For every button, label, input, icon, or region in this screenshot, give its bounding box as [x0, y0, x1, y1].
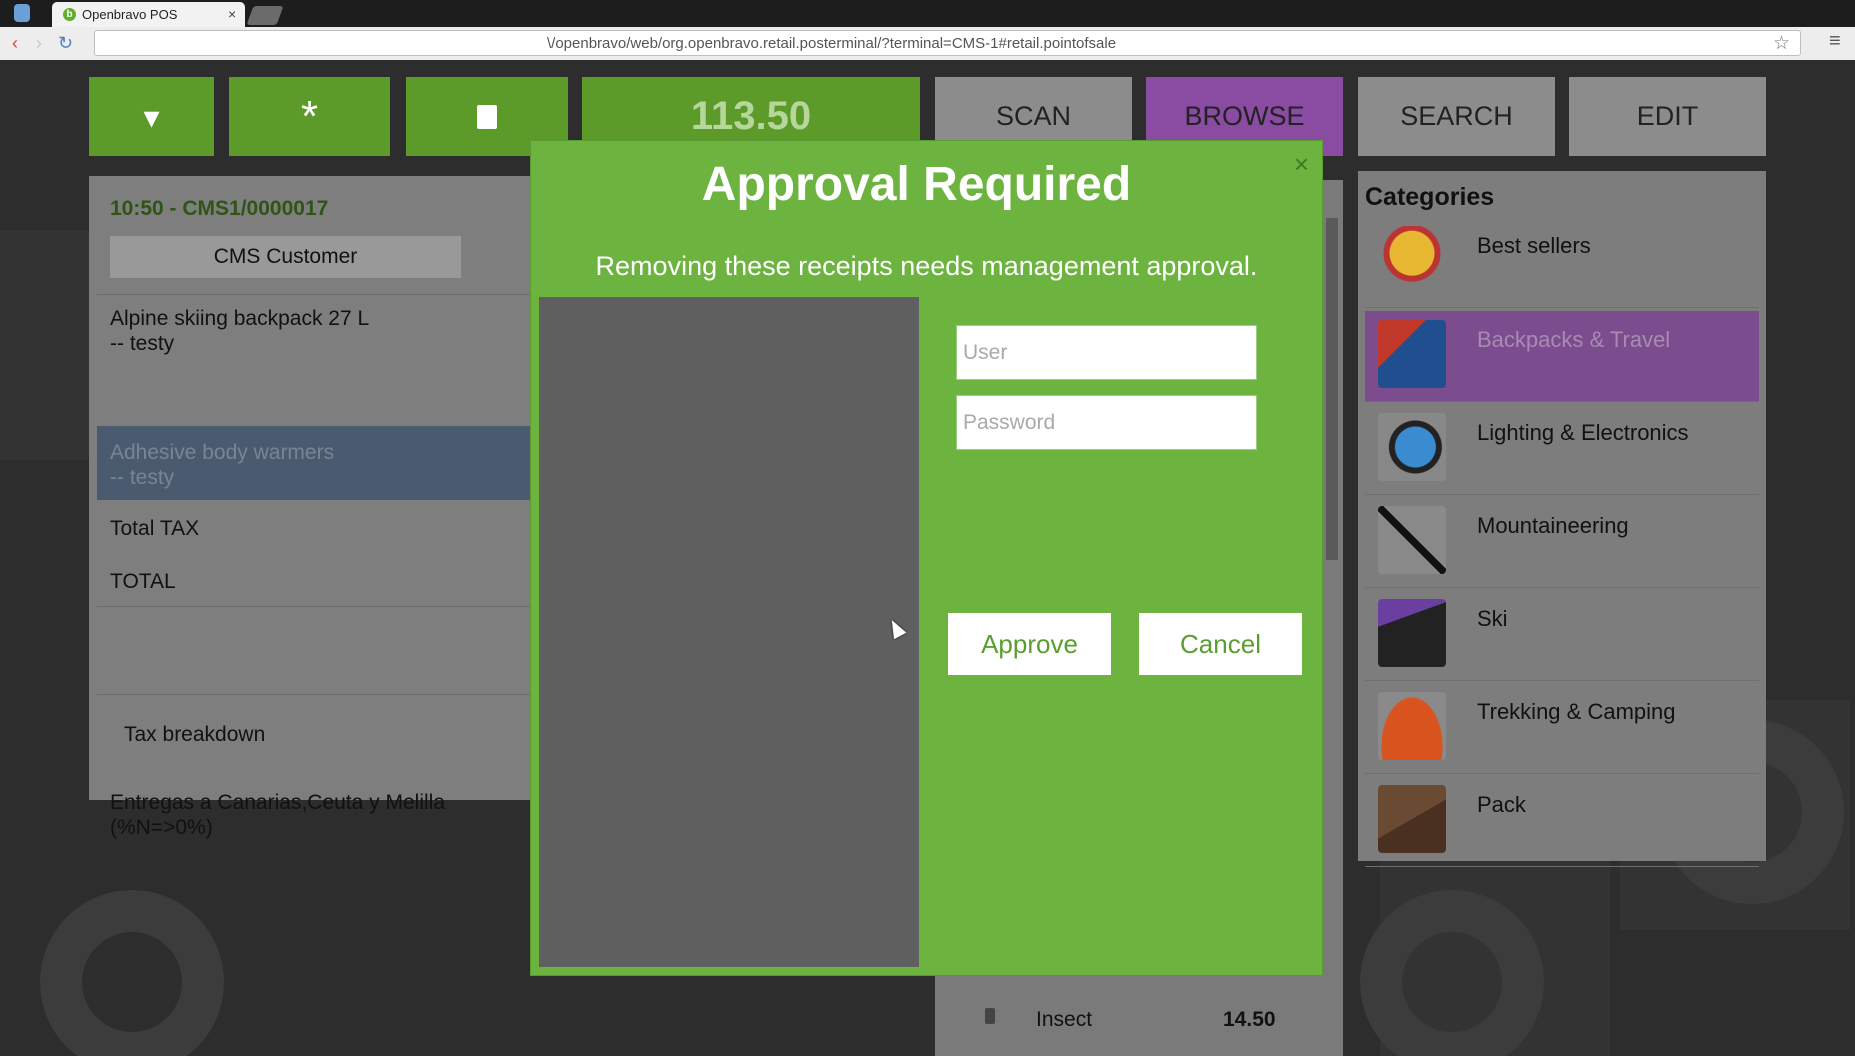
categories-title: Categories [1365, 183, 1495, 211]
browser-tab[interactable]: b Openbravo POS × [52, 2, 245, 27]
new-receipt-button[interactable]: * [229, 77, 390, 156]
total-amount: 113.50 [690, 94, 812, 138]
flashlight-icon [1378, 413, 1446, 481]
category-label: Mountaineering [1477, 513, 1629, 538]
tax-line-name: Entregas a Canarias,Ceuta y Melilla [110, 791, 445, 814]
tab-browse-label: BROWSE [1184, 101, 1305, 131]
browser-tab-bar: b Openbravo POS × [0, 0, 1855, 27]
receipt-line-name[interactable]: Alpine skiing backpack 27 L [110, 307, 369, 331]
browser-menu-icon[interactable]: ≡ [1829, 30, 1841, 53]
dialog-message: Removing these receipts needs management… [595, 251, 1258, 281]
openbravo-favicon-icon: b [63, 8, 76, 21]
divider [97, 606, 539, 607]
category-label: Trekking & Camping [1477, 699, 1676, 724]
ice-axe-icon [1378, 506, 1446, 574]
product-thumbnail-icon [985, 1008, 995, 1024]
receipt-panel: 10:50 - CMS1/0000017 CMS Customer Alpine… [89, 176, 539, 839]
category-label: Best sellers [1477, 233, 1591, 258]
cancel-button[interactable]: Cancel [1139, 613, 1302, 675]
receipt-line-note: -- testy [110, 332, 175, 355]
categories-panel: Categories Best sellers Backpacks & Trav… [1358, 171, 1766, 867]
tab-title: Openbravo POS [82, 7, 178, 22]
approval-list-area [539, 297, 919, 967]
category-lighting-electronics[interactable]: Lighting & Electronics [1365, 404, 1759, 495]
category-best-sellers[interactable]: Best sellers [1365, 217, 1759, 308]
reload-icon[interactable]: ↻ [58, 33, 73, 54]
forward-icon[interactable]: › [36, 33, 42, 54]
category-label: Pack [1477, 792, 1526, 817]
user-input[interactable] [956, 325, 1257, 380]
category-label: Lighting & Electronics [1477, 420, 1689, 445]
receipt-line-name[interactable]: Adhesive body warmers [110, 441, 334, 465]
tab-scan-label: SCAN [995, 101, 1071, 131]
divider [97, 294, 539, 295]
backpack-icon [1378, 320, 1446, 388]
browser-nav-bar: ‹ › ↻ \/openbravo/web/org.openbravo.reta… [0, 27, 1855, 61]
address-bar[interactable]: \/openbravo/web/org.openbravo.retail.pos… [94, 30, 1801, 56]
password-input[interactable] [956, 395, 1257, 450]
approve-button[interactable]: Approve [948, 613, 1111, 675]
box-icon [1378, 785, 1446, 853]
dialog-title: Approval Required [701, 158, 1132, 211]
customer-button[interactable]: CMS Customer [110, 236, 461, 278]
tab-search-label: SEARCH [1400, 101, 1513, 131]
tax-breakdown-label: Tax breakdown [124, 723, 266, 746]
total-label: TOTAL [110, 570, 176, 593]
ski-boot-icon [1378, 599, 1446, 667]
back-icon[interactable]: ‹ [12, 33, 18, 54]
launcher-icon[interactable] [14, 4, 30, 22]
asterisk-icon: * [300, 91, 319, 141]
watermark-logo-icon [40, 890, 224, 1056]
url-text: \/openbravo/web/org.openbravo.retail.pos… [547, 35, 1117, 52]
chevron-down-icon: ▾ [143, 98, 160, 135]
product-name[interactable]: Insect [1036, 1008, 1092, 1032]
trash-icon [477, 104, 497, 129]
tent-icon [1378, 692, 1446, 760]
tab-edit[interactable]: EDIT [1569, 77, 1766, 156]
total-tax-label: Total TAX [110, 517, 200, 540]
bookmark-star-icon[interactable]: ☆ [1773, 32, 1790, 55]
tab-edit-label: EDIT [1636, 101, 1699, 131]
category-mountaineering[interactable]: Mountaineering [1365, 497, 1759, 588]
category-pack[interactable]: Pack [1365, 776, 1759, 867]
medal-icon [1378, 226, 1446, 294]
product-list-scrollbar[interactable] [1326, 218, 1338, 560]
tab-search[interactable]: SEARCH [1358, 77, 1555, 156]
category-label: Backpacks & Travel [1477, 327, 1671, 352]
approval-dialog: × Approval Required Removing these recei… [531, 141, 1322, 975]
category-trekking-camping[interactable]: Trekking & Camping [1365, 683, 1759, 774]
category-label: Ski [1477, 606, 1508, 631]
menu-button[interactable]: ▾ [89, 77, 214, 156]
tax-line-rate: (%N=>0%) [110, 816, 213, 839]
tab-close-icon[interactable]: × [228, 6, 236, 22]
receipt-header: 10:50 - CMS1/0000017 [110, 197, 329, 220]
divider [97, 694, 539, 695]
category-ski[interactable]: Ski [1365, 590, 1759, 681]
receipt-line-note: -- testy [110, 466, 175, 489]
product-price: 14.50 [1223, 1008, 1276, 1031]
category-backpacks-travel[interactable]: Backpacks & Travel [1365, 311, 1759, 402]
new-tab-button[interactable] [246, 6, 284, 25]
